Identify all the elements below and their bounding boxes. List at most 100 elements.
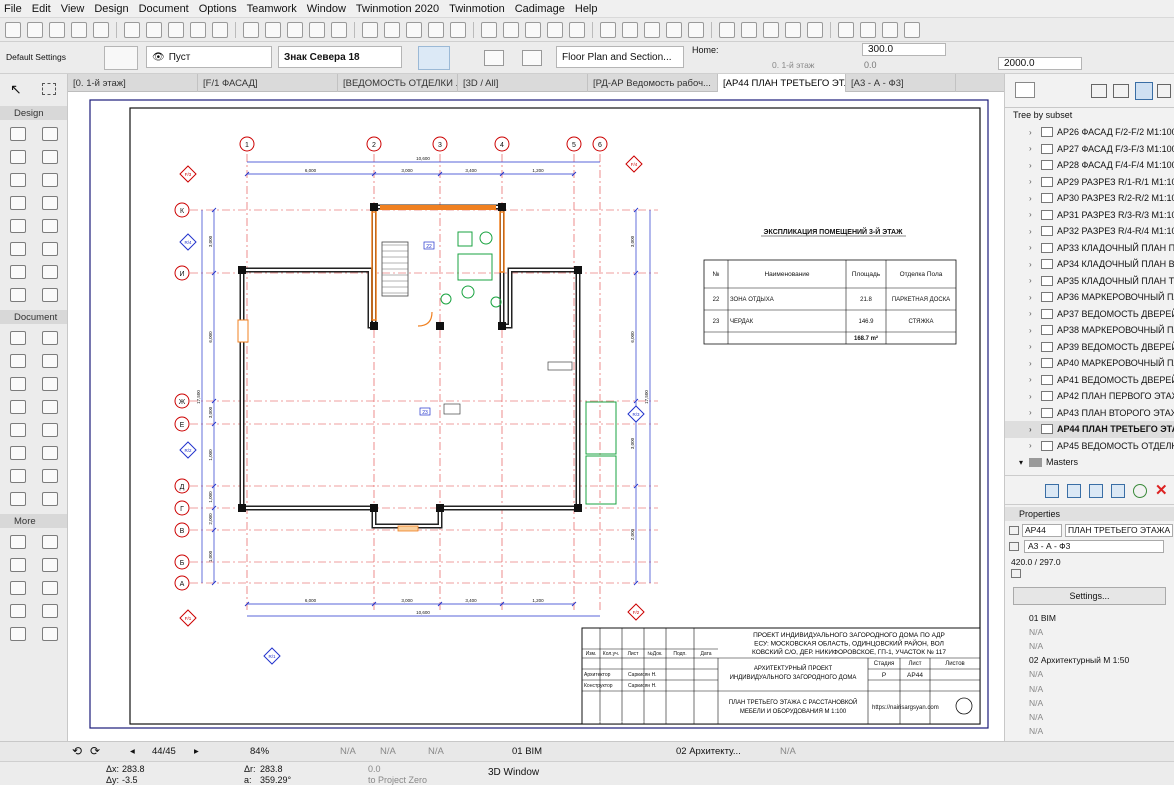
toolbar-icon[interactable]: [265, 21, 281, 38]
design-tool-icon[interactable]: [34, 237, 66, 260]
design-tool-icon[interactable]: [2, 122, 34, 145]
masters-folder[interactable]: ▾ Masters: [1005, 454, 1174, 471]
document-tool-icon[interactable]: [2, 395, 34, 418]
document-tool-icon[interactable]: [34, 372, 66, 395]
property-row[interactable]: 02 Архитектурный М 1:50: [1005, 653, 1174, 667]
view-tab[interactable]: [0. 1-й этаж]: [68, 74, 198, 92]
toolbar-icon[interactable]: [688, 21, 704, 38]
toolbar-icon[interactable]: [331, 21, 347, 38]
toolbar-icon[interactable]: [525, 21, 541, 38]
toolbar-icon[interactable]: [666, 21, 682, 38]
navigator-item[interactable]: › АР29 РАЗРЕЗ R/1-R/1 М1:100: [1005, 174, 1174, 191]
view-tab[interactable]: [ВЕДОМОСТЬ ОТДЕЛКИ ...: [338, 74, 458, 92]
design-tool-icon[interactable]: [2, 191, 34, 214]
navigator-item[interactable]: › АР36 МАРКЕРОВОЧНЫЙ ПЛАН: [1005, 289, 1174, 306]
toolbar-icon[interactable]: [93, 21, 109, 38]
view-tab[interactable]: [А3 - А - Ф3]: [846, 74, 956, 92]
navigator-item[interactable]: › АР37 ВЕДОМОСТЬ ДВЕРЕЙ И: [1005, 306, 1174, 323]
dx-value[interactable]: 283.8: [122, 764, 145, 774]
toolbar-icon[interactable]: [309, 21, 325, 38]
elevation-field-3[interactable]: 2000.0: [998, 57, 1082, 70]
property-row[interactable]: N/A: [1005, 696, 1174, 710]
layout-canvas[interactable]: 1 2 3 4 5 6 К И Ж Е Д Г В Б А 6,000 3,000 3,400 1,200 10,60…: [68, 92, 1004, 741]
toolbar-icon[interactable]: [547, 21, 563, 38]
undo-icon[interactable]: ⟲: [72, 744, 82, 758]
toolbar-icon[interactable]: [860, 21, 876, 38]
document-tool-icon[interactable]: [34, 326, 66, 349]
toolbar-icon[interactable]: [124, 21, 140, 38]
toolbar-icon[interactable]: [362, 21, 378, 38]
property-row[interactable]: 01 BIM: [1005, 611, 1174, 625]
view-tab[interactable]: [РД-АР Ведомость рабоч...: [588, 74, 718, 92]
toolbar-icon[interactable]: [287, 21, 303, 38]
navigator-item[interactable]: › АР28 ФАСАД F/4-F/4 М1:100: [1005, 157, 1174, 174]
document-tool-icon[interactable]: [34, 464, 66, 487]
view-map-icon[interactable]: [1113, 84, 1129, 98]
view-tab[interactable]: [3D / All]: [458, 74, 588, 92]
document-tool-icon[interactable]: [2, 464, 34, 487]
toolbar-icon[interactable]: [406, 21, 422, 38]
menu-item-11[interactable]: Help: [575, 3, 598, 15]
bim-status[interactable]: 01 BIM: [512, 746, 542, 757]
design-tool-icon[interactable]: [34, 168, 66, 191]
element-type-icon-2[interactable]: [484, 50, 504, 66]
navigator-item[interactable]: › АР34 КЛАДОЧНЫЙ ПЛАН ВТО: [1005, 256, 1174, 273]
toolbar-icon[interactable]: [450, 21, 466, 38]
property-row[interactable]: N/A: [1005, 724, 1174, 738]
document-tool-icon[interactable]: [2, 349, 34, 372]
arch-status[interactable]: 02 Архитекту...: [676, 746, 741, 757]
toolbar-icon[interactable]: [71, 21, 87, 38]
menu-item-7[interactable]: Window: [307, 3, 346, 15]
navigator-item[interactable]: › АР38 МАРКЕРОВОЧНЫЙ ПЛАН: [1005, 322, 1174, 339]
navigator-item[interactable]: › АР39 ВЕДОМОСТЬ ДВЕРЕЙ И: [1005, 339, 1174, 356]
navigator-item[interactable]: › АР44 ПЛАН ТРЕТЬЕГО ЭТАЖ: [1005, 421, 1174, 438]
design-header[interactable]: Design: [0, 106, 67, 120]
toolbar-icon[interactable]: [384, 21, 400, 38]
navigator-item[interactable]: › АР35 КЛАДОЧНЫЙ ПЛАН ТРЕ: [1005, 273, 1174, 290]
menu-item-4[interactable]: Document: [139, 3, 189, 15]
element-name-field[interactable]: Знак Севера 18: [278, 46, 402, 68]
property-row[interactable]: N/A: [1005, 625, 1174, 639]
master-layout-dropdown[interactable]: А3 - А - Ф3: [1024, 540, 1164, 553]
navigator-item[interactable]: › АР26 ФАСАД F/2-F/2 М1:100: [1005, 124, 1174, 141]
design-tool-icon[interactable]: [2, 260, 34, 283]
elevation-field-1[interactable]: 300.0: [862, 43, 946, 56]
navigator-item[interactable]: › АР42 ПЛАН ПЕРВОГО ЭТАЖА: [1005, 388, 1174, 405]
document-tool-icon[interactable]: [34, 418, 66, 441]
zoom-level[interactable]: 84%: [250, 746, 269, 757]
document-tool-icon[interactable]: [34, 395, 66, 418]
navigator-item[interactable]: › АР27 ФАСАД F/3-F/3 М1:100: [1005, 141, 1174, 158]
navigator-item[interactable]: › АР32 РАЗРЕЗ R/4-R/4 М1:100: [1005, 223, 1174, 240]
open-icon[interactable]: [1111, 483, 1125, 498]
toolbar-icon[interactable]: [481, 21, 497, 38]
new-master-icon[interactable]: [1089, 483, 1103, 498]
navigator-item[interactable]: › АР45 ВЕДОМОСТЬ ОТДЕЛКИ: [1005, 438, 1174, 455]
view-tab[interactable]: [F/1 ФАСАД]: [198, 74, 338, 92]
layout-book-icon[interactable]: [1135, 82, 1153, 100]
document-tool-icon[interactable]: [2, 326, 34, 349]
menu-item-5[interactable]: Options: [199, 3, 237, 15]
more-tool-icon[interactable]: [2, 576, 34, 599]
design-tool-icon[interactable]: [2, 214, 34, 237]
layout-id-field[interactable]: АР44: [1022, 524, 1062, 537]
project-map-icon[interactable]: [1091, 84, 1107, 98]
toolbar-icon[interactable]: [49, 21, 65, 38]
more-tool-icon[interactable]: [34, 530, 66, 553]
toolbar-icon[interactable]: [503, 21, 519, 38]
design-tool-icon[interactable]: [2, 283, 34, 306]
dr-value[interactable]: 283.8: [260, 764, 283, 774]
document-tool-icon[interactable]: [2, 487, 34, 510]
toolbar-icon[interactable]: [569, 21, 585, 38]
design-tool-icon[interactable]: [34, 260, 66, 283]
toolbar-icon[interactable]: [763, 21, 779, 38]
design-tool-icon[interactable]: [34, 214, 66, 237]
settings-button[interactable]: Settings...: [1013, 586, 1166, 605]
menu-item-6[interactable]: Teamwork: [247, 3, 297, 15]
navigator-item[interactable]: › АР43 ПЛАН ВТОРОГО ЭТАЖА: [1005, 405, 1174, 422]
toolbar-icon[interactable]: [428, 21, 444, 38]
document-header[interactable]: Document: [0, 310, 67, 324]
refresh-icon[interactable]: [1133, 483, 1147, 498]
toolbar-icon[interactable]: [600, 21, 616, 38]
layout-name-field[interactable]: ПЛАН ТРЕТЬЕГО ЭТАЖА С РАСС: [1065, 524, 1173, 537]
properties-header[interactable]: Properties: [1005, 506, 1174, 521]
